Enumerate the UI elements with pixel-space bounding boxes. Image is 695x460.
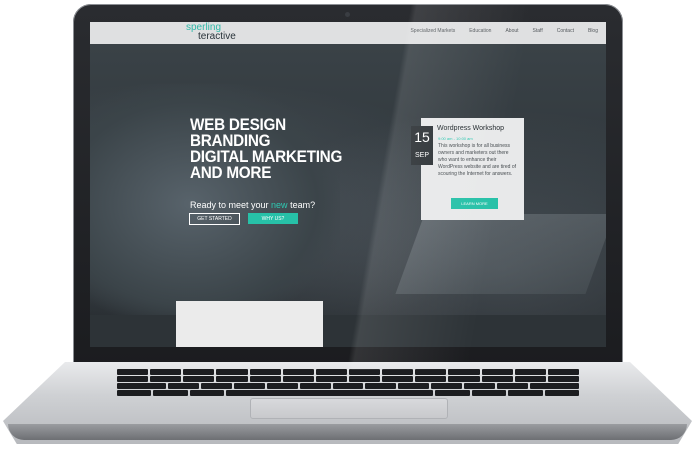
event-description: This workshop is for all business owners…	[438, 143, 517, 177]
keyboard	[117, 369, 580, 397]
website-screen: sperling teractive Specialized Markets E…	[90, 22, 606, 347]
webcam-icon	[345, 12, 350, 17]
trackpad	[250, 398, 448, 419]
tagline-before: Ready to meet your	[190, 200, 272, 210]
nav-education[interactable]: Education	[469, 28, 491, 34]
tagline-highlight: new	[271, 200, 288, 210]
why-us-button[interactable]: WHY US?	[248, 213, 298, 224]
hero-background-laptop	[395, 214, 606, 294]
laptop-base-edge	[8, 424, 687, 440]
event-month: SEP	[414, 152, 429, 159]
learn-more-button[interactable]: LEARN MORE	[451, 198, 498, 209]
event-title: Wordpress Workshop	[437, 125, 505, 132]
hero-tagline: Ready to meet your new team?	[190, 200, 315, 210]
hero-headline: WEB DESIGN BRANDING DIGITAL MARKETING AN…	[190, 116, 360, 182]
nav-blog[interactable]: Blog	[588, 28, 598, 34]
nav-about[interactable]: About	[505, 28, 518, 34]
tagline-after: team?	[287, 200, 316, 210]
logo-line-2: teractive	[198, 31, 236, 42]
site-header: sperling teractive Specialized Markets E…	[90, 22, 606, 45]
nav-contact[interactable]: Contact	[557, 28, 574, 34]
nav-staff[interactable]: Staff	[533, 28, 543, 34]
main-nav: Specialized Markets Education About Staf…	[410, 28, 598, 34]
event-day: 15	[414, 129, 430, 145]
event-card: Wordpress Workshop 9:00 am - 10:00 am Th…	[421, 118, 524, 220]
event-date-badge: 15 SEP	[411, 126, 433, 165]
get-started-button[interactable]: GET STARTED	[189, 213, 240, 225]
headline-line: AND MORE	[190, 163, 272, 182]
lower-section	[90, 315, 606, 347]
hero-section	[90, 44, 606, 325]
event-time: 9:00 am - 10:00 am	[438, 136, 473, 141]
site-logo[interactable]: sperling teractive	[186, 23, 236, 42]
content-panel	[176, 301, 323, 347]
nav-specialized-markets[interactable]: Specialized Markets	[410, 28, 455, 34]
